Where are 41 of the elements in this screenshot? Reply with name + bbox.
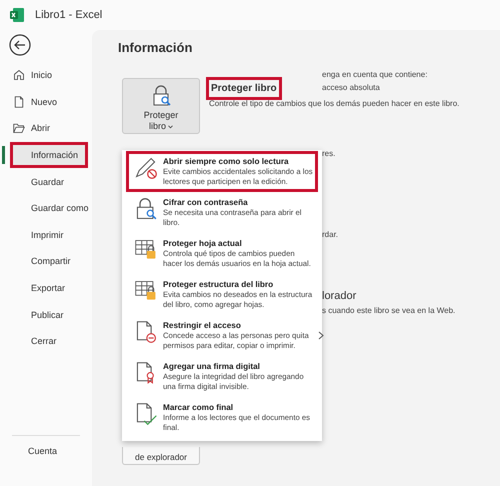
folder-icon (13, 122, 25, 134)
section-text: res. (322, 149, 336, 158)
document-minus-icon (134, 320, 158, 344)
menu-item-title: Abrir siempre como solo lectura (163, 156, 290, 167)
window-title: Libro1 - Excel (35, 9, 102, 21)
section-text: rdar. (322, 230, 338, 239)
sidebar-item[interactable]: Cerrar (10, 328, 88, 355)
sidebar-item[interactable]: Exportar (10, 274, 88, 302)
menu-item-title: Cifrar con contraseña (163, 197, 249, 208)
section-heading: lorador (322, 290, 356, 302)
section-text: s cuando este libro se vea en la Web. (322, 306, 456, 315)
menu-item-title: Proteger hoja actual (163, 238, 243, 249)
menu-item-title: Proteger estructura del libro (163, 279, 274, 290)
sidebar-item[interactable]: Nuevo (10, 88, 88, 116)
menu-item-title: Restringir el acceso (163, 320, 242, 331)
protect-workbook-button[interactable]: Proteger libro (122, 78, 200, 134)
browser-view-button[interactable]: de explorador (122, 447, 200, 465)
document-check-icon (134, 402, 158, 426)
excel-logo-icon (9, 7, 25, 23)
menu-item-title: Marcar como final (163, 402, 234, 413)
section-description: Controle el tipo de cambios que los demás pueden hacer en este libro. (209, 99, 460, 108)
section-heading: Proteger libro (206, 77, 282, 100)
section-text: enga en cuenta que contiene: (322, 70, 428, 79)
sidebar-item[interactable]: Inicio (10, 62, 88, 89)
pencil-icon (134, 156, 158, 180)
sidebar-item[interactable]: Publicar (10, 301, 88, 328)
menu-item-title: Agregar una firma digital (163, 361, 261, 372)
section-text: acceso absoluta (322, 83, 380, 92)
page-title: Información (118, 40, 194, 55)
sidebar-item[interactable]: Imprimir (10, 222, 88, 248)
sidebar-item[interactable]: Guardar como (10, 194, 88, 222)
caret-icon (168, 124, 173, 129)
lock-key-icon (151, 85, 171, 107)
sidebar-item[interactable]: Cuenta (0, 446, 92, 486)
lock-key-icon (134, 197, 158, 221)
sidebar-item[interactable]: Compartir (10, 248, 88, 275)
sidebar-item[interactable]: Guardar (10, 168, 88, 195)
sidebar-item[interactable]: Abrir (10, 115, 88, 142)
document-icon (13, 96, 25, 108)
sidebar-item[interactable]: Información (10, 142, 88, 168)
home-icon (13, 69, 25, 82)
